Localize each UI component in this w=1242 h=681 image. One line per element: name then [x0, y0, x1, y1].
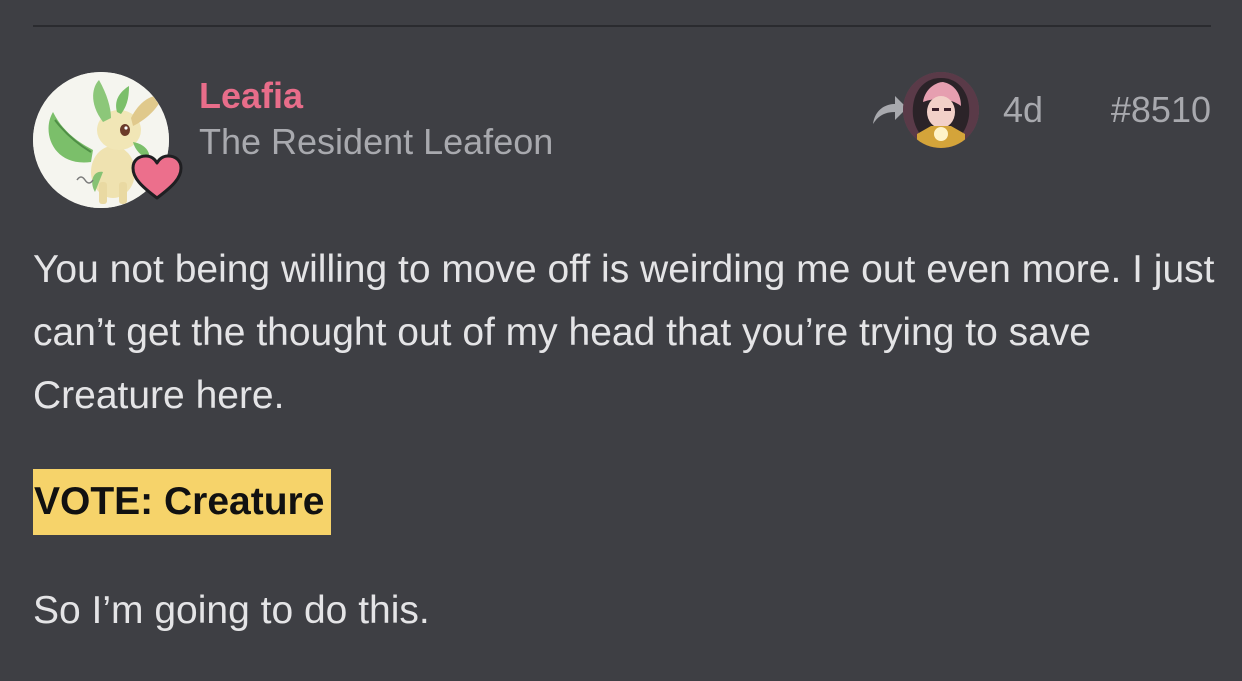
post-paragraph: So I’m going to do this.	[33, 589, 430, 632]
post-age[interactable]: 4d	[1003, 90, 1043, 130]
user-avatar-icon	[903, 72, 979, 148]
vote-highlight: VOTE: Creature	[33, 469, 332, 535]
post-meta: 4d #8510	[851, 72, 1211, 148]
reply-to-user-avatar[interactable]	[903, 72, 979, 148]
post-number[interactable]: #8510	[1111, 90, 1211, 130]
top-divider	[33, 25, 1211, 27]
post-paragraph: You not being willing to move off is wei…	[33, 248, 1215, 417]
author-title: The Resident Leafeon	[199, 121, 554, 162]
heart-icon	[131, 154, 183, 202]
author-name[interactable]: Leafia	[199, 76, 303, 116]
post-header: Leafia The Resident Leafeon 4d #8510	[33, 72, 1211, 212]
